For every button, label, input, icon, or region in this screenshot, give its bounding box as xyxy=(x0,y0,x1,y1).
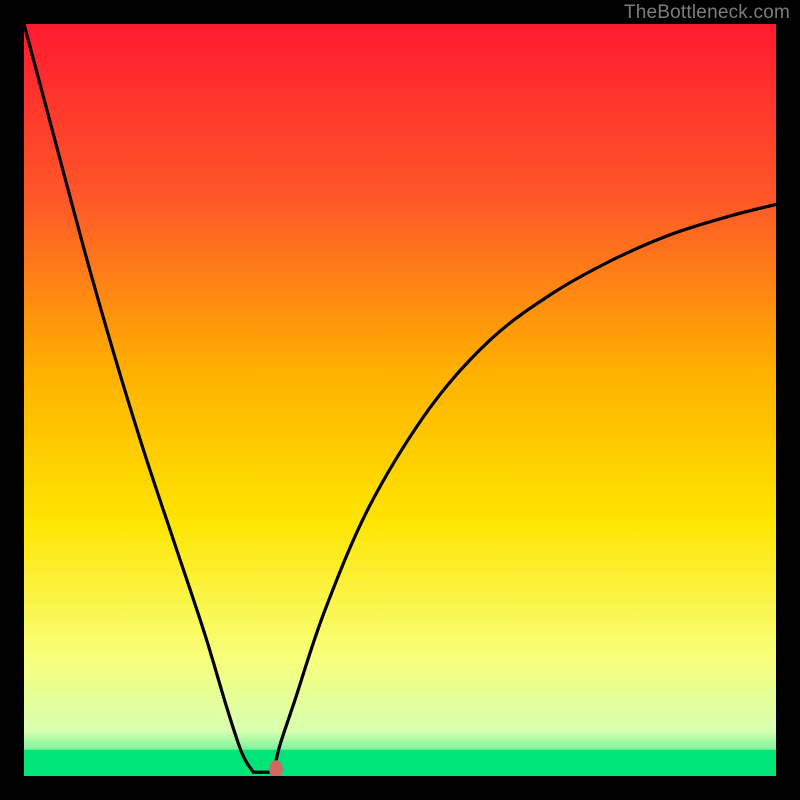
watermark: TheBottleneck.com xyxy=(624,2,790,24)
bottleneck-chart xyxy=(24,24,776,776)
green-band xyxy=(24,750,776,776)
gradient-background xyxy=(24,24,776,776)
plot-area xyxy=(24,24,776,776)
